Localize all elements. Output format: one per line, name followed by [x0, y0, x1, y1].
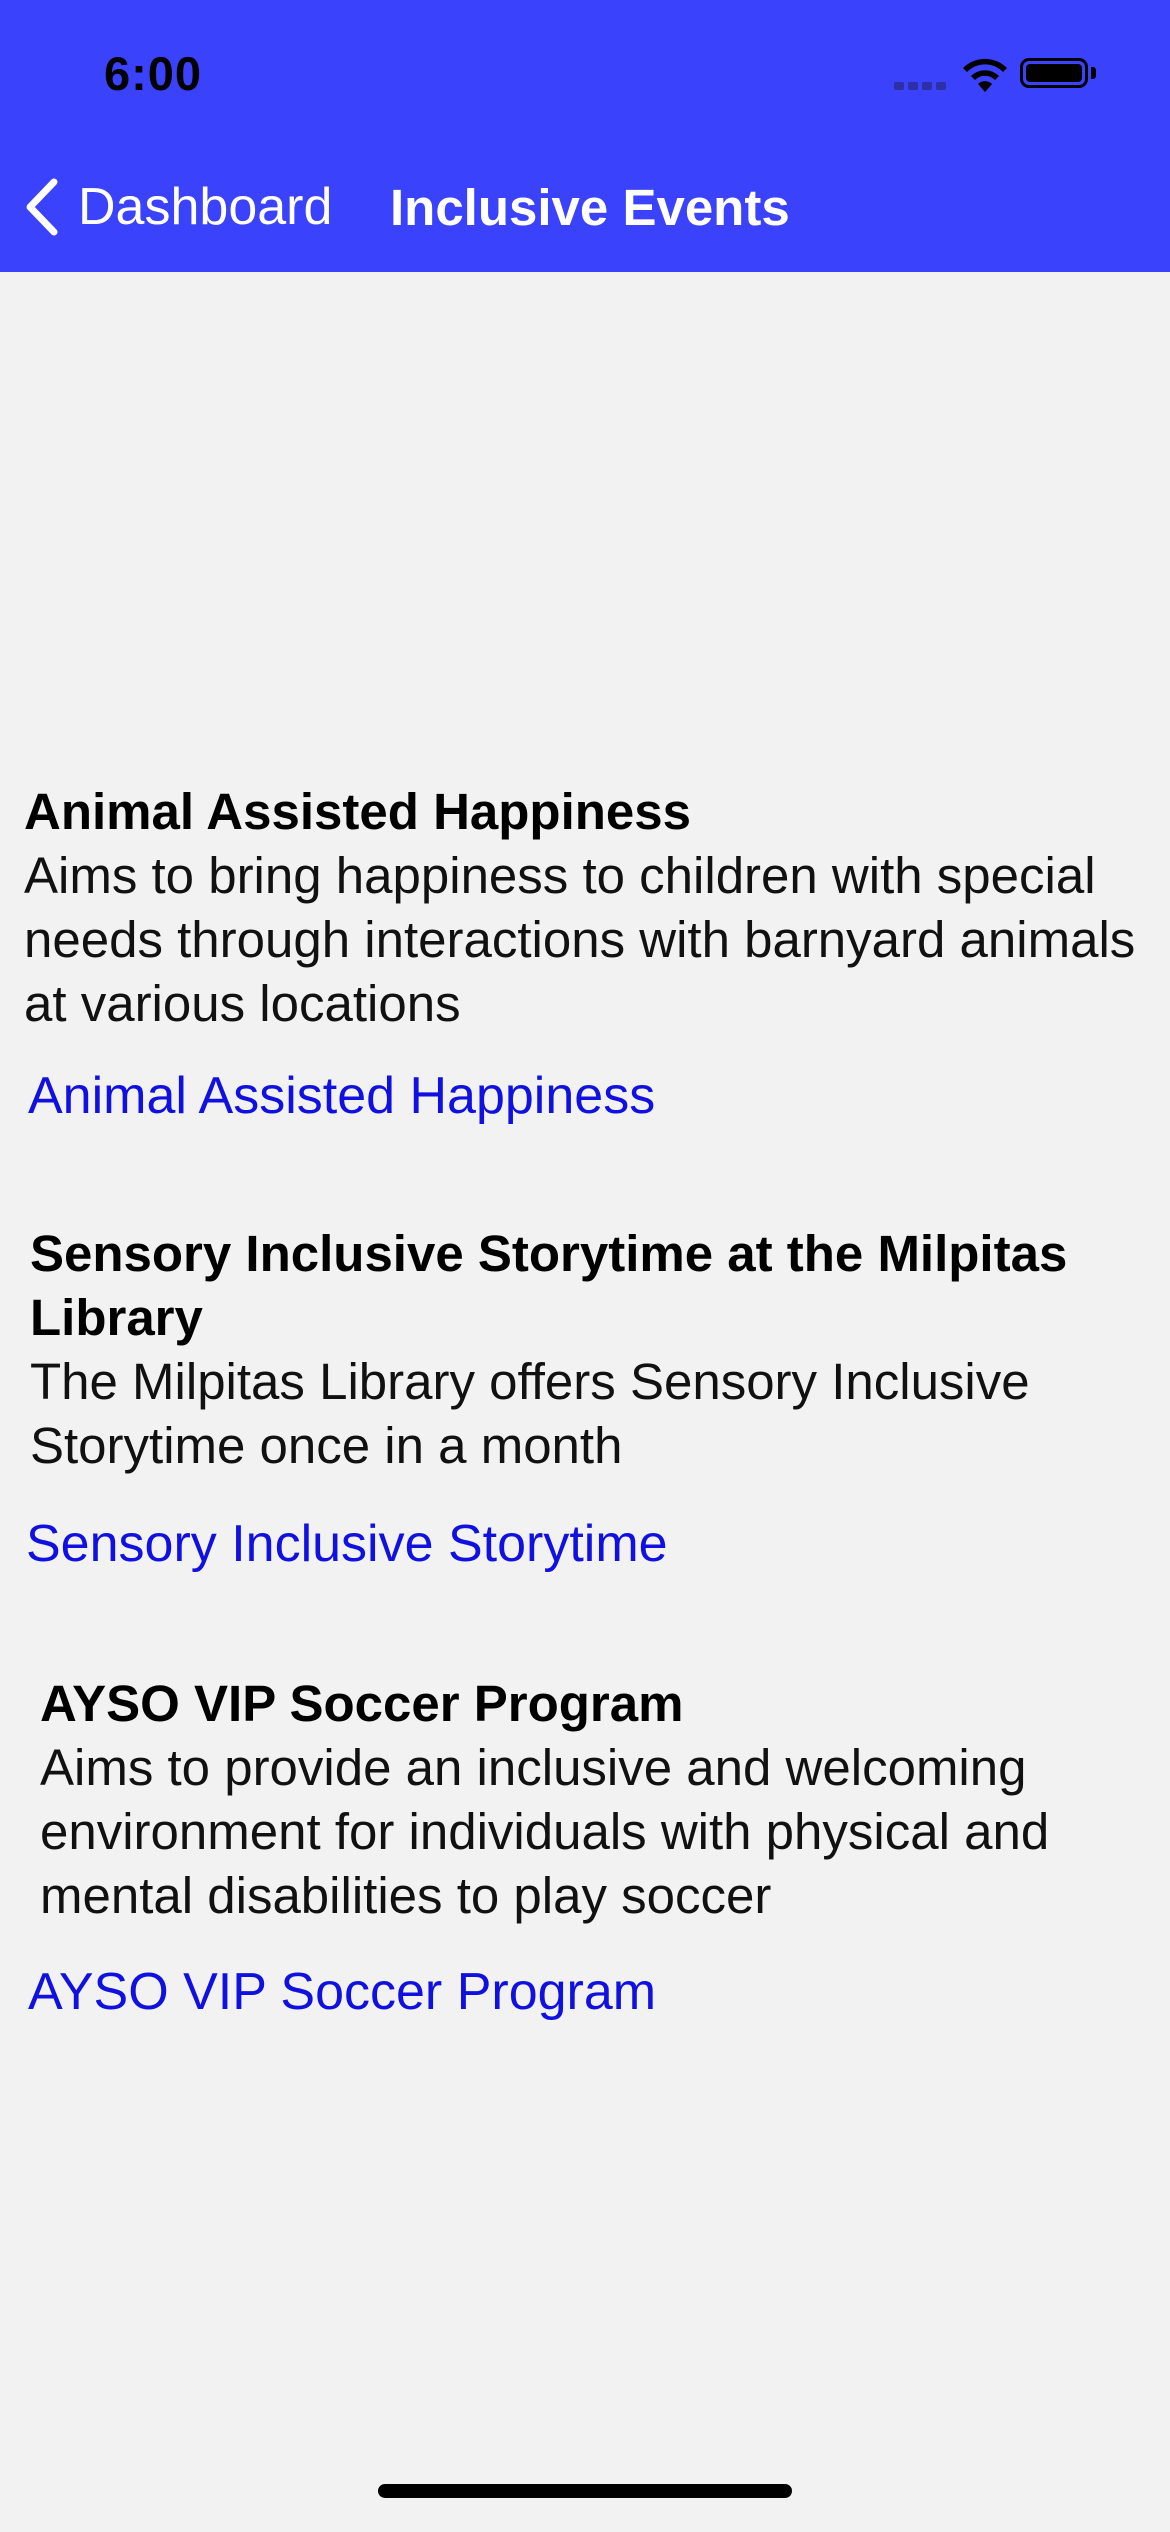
event-card: Animal Assisted Happiness Aims to bring … — [24, 780, 1144, 1036]
event-description: Aims to provide an inclusive and welcomi… — [40, 1739, 1050, 1924]
home-indicator[interactable] — [378, 2484, 792, 2498]
event-description: The Milpitas Library offers Sensory Incl… — [30, 1353, 1030, 1474]
battery-tip — [1091, 67, 1096, 79]
status-icons — [894, 52, 1114, 96]
event-title: AYSO VIP Soccer Program — [40, 1675, 684, 1732]
status-time: 6:00 — [104, 47, 203, 100]
wifi-icon — [963, 58, 1007, 92]
event-card: Sensory Inclusive Storytime at the Milpi… — [30, 1222, 1150, 1478]
event-link[interactable]: AYSO VIP Soccer Program — [28, 1962, 656, 2022]
event-link[interactable]: Animal Assisted Happiness — [28, 1066, 655, 1126]
battery-icon — [1020, 58, 1088, 88]
event-title: Animal Assisted Happiness — [24, 783, 691, 840]
event-card: AYSO VIP Soccer Program Aims to provide … — [40, 1672, 1160, 1928]
back-button-label: Dashboard — [78, 178, 333, 236]
navigation-header: 6:00 Dashboard Inclusive Events — [0, 0, 1170, 272]
chevron-left-icon — [26, 178, 58, 236]
page-title: Inclusive Events — [390, 179, 790, 236]
event-link[interactable]: Sensory Inclusive Storytime — [26, 1514, 668, 1574]
event-description: Aims to bring happiness to children with… — [24, 847, 1136, 1032]
cellular-signal-icon — [894, 80, 948, 90]
event-title: Sensory Inclusive Storytime at the Milpi… — [30, 1225, 1068, 1346]
back-button[interactable]: Dashboard — [22, 172, 332, 242]
